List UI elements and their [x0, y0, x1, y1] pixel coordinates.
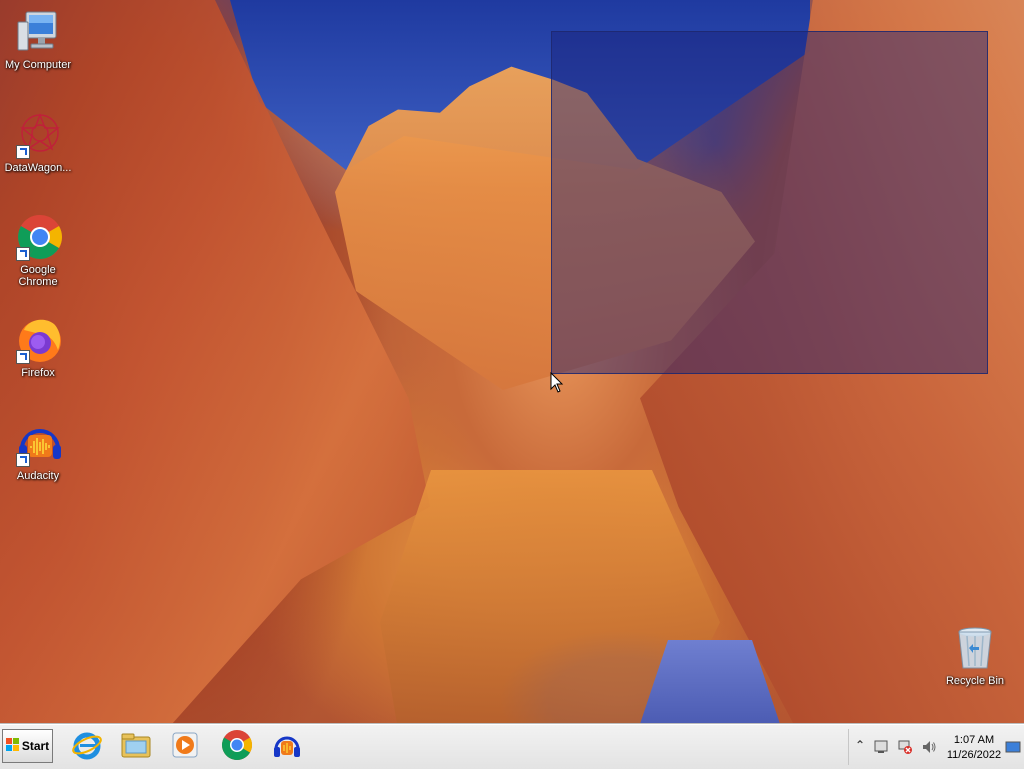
clock-date: 11/26/2022 [946, 749, 1002, 761]
taskbar: Start ⌃ 1:07 AM 11/26/2022 [0, 724, 1024, 769]
desktop-icon-label: Firefox [21, 367, 55, 379]
system-tray: ⌃ 1:07 AM 11/26/2022 [848, 729, 1024, 765]
shortcut-arrow-icon [16, 453, 30, 467]
clock-time: 1:07 AM [953, 734, 995, 746]
desktop-icon-label: My Computer [4, 59, 72, 71]
computer-icon [14, 8, 62, 56]
desktop-icon-google-chrome[interactable]: Google Chrome [0, 213, 76, 288]
media-player-icon [169, 729, 201, 766]
chrome-icon [221, 729, 253, 766]
show-hidden-icons-chevron-icon[interactable]: ⌃ [855, 738, 865, 752]
desktop-icon-label: Google Chrome [18, 264, 58, 288]
desktop-icon-recycle-bin[interactable]: Recycle Bin [937, 624, 1013, 687]
chrome-icon [14, 213, 62, 261]
mouse-cursor-icon [550, 371, 564, 399]
desktop-icon-label: DataWagon... [4, 162, 72, 174]
firefox-icon [14, 316, 62, 364]
taskbar-media-player[interactable] [168, 730, 202, 764]
desktop-icon-firefox[interactable]: Firefox [0, 316, 76, 379]
desktop-icon-label: Audacity [16, 470, 60, 482]
desktop-icon-my-computer[interactable]: My Computer [0, 8, 76, 71]
tray-clock[interactable]: 1:07 AM 11/26/2022 [943, 733, 1005, 763]
taskbar-file-explorer[interactable] [119, 730, 153, 764]
shortcut-arrow-icon [16, 247, 30, 261]
taskbar-internet-explorer[interactable] [70, 730, 104, 764]
recycle-bin-icon [951, 624, 999, 672]
audacity-icon [14, 419, 62, 467]
file-explorer-icon [120, 729, 152, 766]
start-label: Start [21, 739, 50, 753]
desktop-icon-datawagon[interactable]: DataWagon... [0, 111, 76, 174]
desktop-icon-label: Recycle Bin [945, 675, 1005, 687]
shortcut-arrow-icon [16, 350, 30, 364]
shortcut-arrow-icon [16, 145, 30, 159]
taskbar-audacity[interactable] [270, 730, 304, 764]
internet-explorer-icon [71, 729, 103, 766]
audacity-icon [271, 729, 303, 766]
desktop[interactable]: My Computer DataWagon... Google Chrome F… [0, 0, 1024, 724]
start-button[interactable]: Start [2, 729, 53, 763]
network-disconnected-icon[interactable] [897, 739, 913, 758]
volume-icon[interactable] [921, 739, 937, 758]
taskbar-google-chrome[interactable] [220, 729, 254, 766]
action-center-icon[interactable] [873, 739, 889, 758]
drag-selection-rectangle [551, 31, 988, 374]
datawagon-icon [14, 111, 62, 159]
show-desktop-icon[interactable] [1005, 741, 1021, 756]
windows-logo-icon [5, 737, 20, 755]
desktop-icon-audacity[interactable]: Audacity [0, 419, 76, 482]
